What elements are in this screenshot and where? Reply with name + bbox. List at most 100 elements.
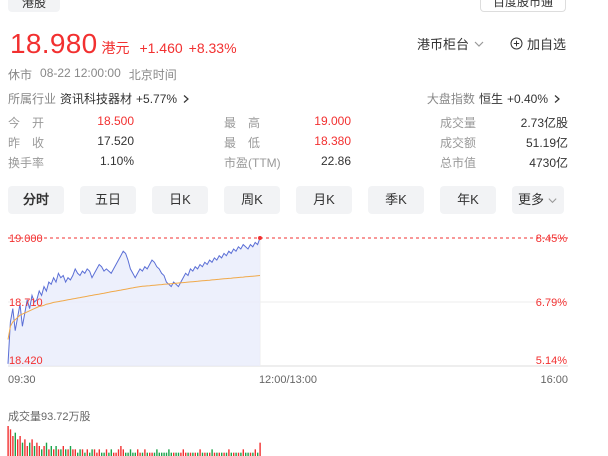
stat-value: 1.10% (99, 154, 134, 168)
tab-hk-stocks[interactable]: 港股 (8, 0, 61, 12)
volume-bar (129, 449, 132, 456)
volume-bar (110, 449, 112, 456)
stats-grid: 今 开 18.500 最 高 19.000 成交量 2.73亿股昨 收 17.520 最 低 1… (8, 114, 568, 174)
period-tab[interactable]: 年K (440, 186, 496, 214)
period-tab[interactable]: 五日 (80, 186, 136, 214)
volume-bar (14, 432, 16, 456)
intraday-chart: 19.000 18.710 18.420 8.45% 6.79% 5.14% 09:30 12… (0, 226, 608, 456)
stat-label: 总市值 (440, 156, 477, 170)
market-status: 休市 08-22 12:00:00 北京时间 (8, 66, 177, 83)
price-change: +1.460 (139, 40, 183, 56)
volume-bar (72, 449, 74, 456)
current-price: 18.980 (10, 28, 98, 59)
volume-bar (17, 439, 19, 456)
volume-bar (93, 449, 96, 456)
y-right-tick-label: 6.79% (536, 297, 567, 309)
volume-bar (69, 446, 72, 456)
index-label: 大盘指数 (426, 92, 475, 106)
chevron-right-icon (183, 94, 189, 103)
stat-value: 4730亿 (529, 156, 568, 170)
volume-bar (12, 436, 14, 456)
period-tab[interactable]: 季K (368, 186, 424, 214)
volume-bar (65, 449, 67, 456)
volume-bar (144, 449, 146, 456)
volume-bar (57, 449, 60, 456)
volume-bar (81, 449, 84, 456)
volume-bar (122, 449, 124, 456)
volume-bar (67, 449, 69, 456)
more-label: 更多 (517, 192, 544, 207)
volume-bar (86, 449, 88, 456)
volume-bar (228, 449, 230, 456)
stat-label: 成交额 (440, 136, 477, 150)
index-name: 恒生 (478, 92, 503, 106)
stat-label: 最 低 (224, 136, 261, 150)
volume-bar (120, 446, 122, 456)
x-tick-label: 12:00/13:00 (259, 374, 317, 386)
volume-bar (211, 449, 213, 456)
y-left-tick-label: 19.000 (9, 233, 43, 245)
volume-bar (79, 449, 81, 456)
volume-bar (242, 449, 244, 456)
x-tick-label: 16:00 (540, 374, 568, 386)
period-tab[interactable]: 日K (152, 186, 208, 214)
volume-bar (199, 449, 201, 456)
period-more-button[interactable]: 更多 (512, 186, 564, 214)
stat-value: 18.500 (97, 114, 134, 128)
exchange-label: 港币柜台 (417, 37, 470, 52)
industry-label: 所属行业 (8, 92, 57, 106)
currency-label: 港元 (101, 40, 130, 56)
stats-row: 昨 收 17.520 最 低 18.380 成交额 51.19亿 (8, 134, 568, 154)
stat-value: 19.000 (314, 114, 351, 128)
stat-label: 最 高 (224, 116, 261, 130)
tab-baidu-stocks[interactable]: 百度股市通 (479, 0, 566, 12)
stat-value: 51.19亿 (525, 136, 568, 150)
volume-bar (36, 442, 38, 456)
period-tabs: 分时 五日 日K 周K 月K 季K 年K 更多 (8, 186, 564, 214)
volume-bar (31, 439, 33, 456)
volume-bar (48, 449, 50, 456)
stat-value: 22.86 (320, 154, 351, 168)
chevron-right-icon (554, 94, 560, 103)
market-state: 休市 (8, 68, 33, 82)
stats-row: 换手率 1.10% 市盈(TTM) 22.86 总市值 4730亿 (8, 154, 568, 174)
stat-value: 2.73亿股 (520, 116, 568, 130)
volume-bar (26, 446, 28, 456)
volume-bar (62, 446, 64, 456)
market-datetime: 08-22 12:00:00 (40, 66, 121, 80)
volume-bar (91, 449, 93, 456)
volume-bar (182, 449, 184, 456)
volume-bar (117, 449, 120, 456)
stat-label: 市盈(TTM) (224, 156, 281, 170)
plus-circle-icon (510, 37, 523, 50)
period-tab[interactable]: 周K (224, 186, 280, 214)
price-change-percent: +8.33% (188, 40, 237, 56)
industry-link[interactable]: 所属行业 资讯科技器材 +5.77% (8, 90, 191, 107)
volume-bar (137, 449, 139, 456)
last-price-dot (258, 236, 262, 240)
stats-row: 今 开 18.500 最 高 19.000 成交量 2.73亿股 (8, 114, 568, 134)
quote-header: 18.980 港元 +1.460 +8.33% (10, 28, 237, 62)
add-watchlist-button[interactable]: 加自选 (510, 34, 566, 53)
volume-bar (105, 449, 108, 456)
stat-label: 昨 收 (8, 136, 45, 150)
volume-bar (60, 449, 62, 456)
period-tab[interactable]: 月K (296, 186, 352, 214)
volume-label: 成交量93.72万股 (8, 409, 91, 423)
volume-bar (43, 446, 45, 456)
period-tab[interactable]: 分时 (8, 186, 64, 214)
exchange-selector[interactable]: 港币柜台 (417, 34, 485, 53)
industry-name: 资讯科技器材 (60, 92, 133, 106)
index-link[interactable]: 大盘指数 恒生 +0.40% (427, 90, 562, 107)
chart-svg: 19.000 18.710 18.420 8.45% 6.79% 5.14% 09:30 12… (7, 233, 568, 456)
stat-label: 换手率 (8, 156, 45, 170)
volume-bar (29, 442, 31, 456)
volume-bar (38, 446, 40, 456)
volume-bar (7, 426, 9, 456)
volume-bar (168, 449, 170, 456)
volume-bar (19, 436, 21, 456)
volume-bar (24, 439, 26, 456)
chevron-down-icon (474, 41, 484, 47)
volume-bar (33, 446, 36, 456)
volume-bar (9, 429, 12, 456)
